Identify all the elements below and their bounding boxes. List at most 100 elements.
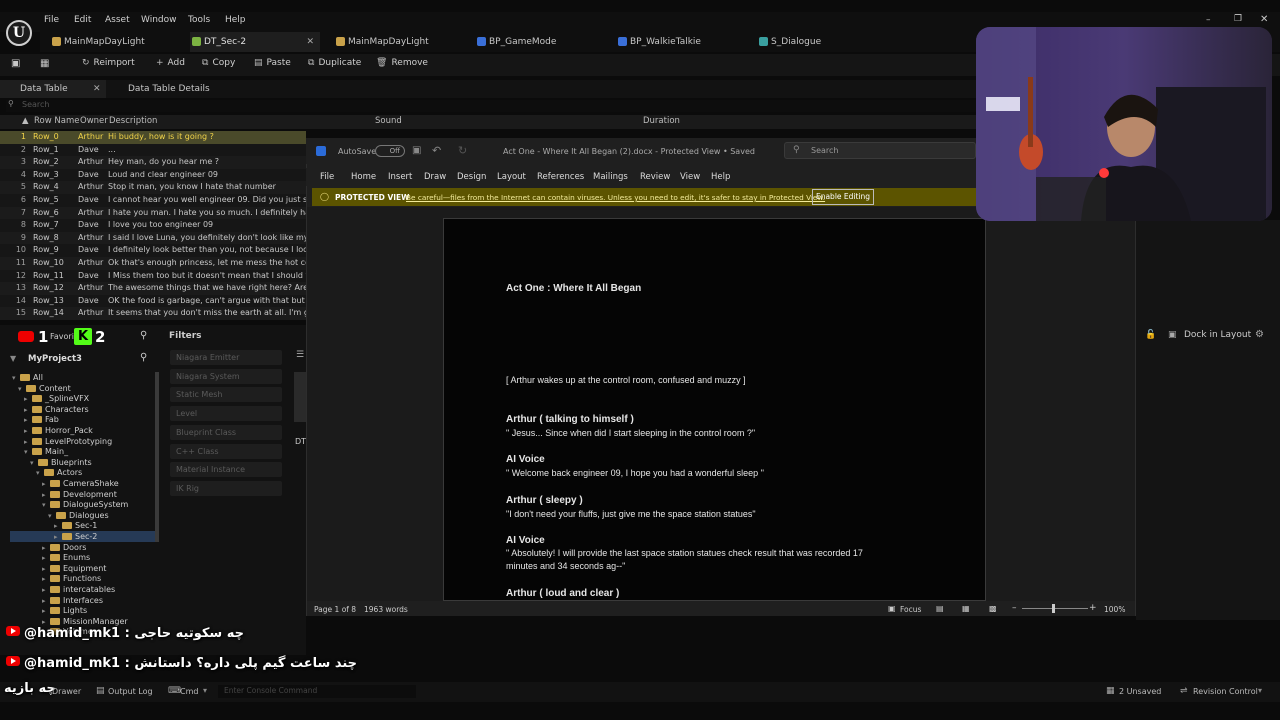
ribbon-help[interactable]: Help <box>711 172 730 182</box>
revision-control-button[interactable]: Revision Control <box>1193 687 1258 696</box>
folder-item[interactable]: ▸ Functions <box>42 574 101 583</box>
chevron-right-icon[interactable]: ▸ <box>24 395 32 403</box>
chevron-right-icon[interactable]: ▸ <box>24 416 32 424</box>
tree-scrollbar[interactable] <box>155 372 159 542</box>
folder-item[interactable]: ▸ Fab <box>24 415 59 424</box>
folder-item[interactable]: ▾ Main_ <box>24 447 68 456</box>
chevron-down-icon[interactable]: ▼ <box>10 354 16 363</box>
chevron-right-icon[interactable]: ▸ <box>24 427 32 435</box>
ribbon-view[interactable]: View <box>680 172 700 182</box>
zoom-out-icon[interactable]: – <box>1012 603 1017 613</box>
unreal-logo-icon[interactable]: U <box>6 20 32 46</box>
chevron-down-icon[interactable]: ▾ <box>203 686 207 695</box>
tab-mainmapdaylight-2[interactable]: MainMapDayLight <box>334 32 464 52</box>
tab-s-dialogue[interactable]: S_Dialogue <box>757 32 887 52</box>
menu-asset[interactable]: Asset <box>105 15 130 25</box>
folder-item[interactable]: ▸ MissionManager <box>42 617 128 626</box>
chevron-right-icon[interactable]: ▸ <box>42 586 50 594</box>
word-search-input[interactable]: ⚲ Search <box>784 142 976 159</box>
folder-item[interactable]: ▸ Enums <box>42 553 90 562</box>
table-row[interactable]: 8 Row_7 Dave I love you too engineer 09 <box>0 219 306 232</box>
tab-data-table[interactable]: Data Table ✕ <box>0 80 106 98</box>
folder-item[interactable]: ▸ Development <box>42 490 117 499</box>
chevron-down-icon[interactable]: ▾ <box>36 469 44 477</box>
table-row[interactable]: 1 Row_0 Arthur Hi buddy, how is it going ? <box>0 131 306 144</box>
folder-item[interactable]: ▸ Doors <box>42 543 86 552</box>
chevron-down-icon[interactable]: ▾ <box>42 501 50 509</box>
settings-gear-icon[interactable]: ⚙ <box>1255 329 1264 340</box>
table-row[interactable]: 4 Row_3 Dave Loud and clear engineer 09 <box>0 168 306 182</box>
col-duration[interactable]: Duration <box>643 116 680 126</box>
project-name[interactable]: MyProject3 <box>28 354 82 364</box>
zoom-slider-thumb[interactable] <box>1052 604 1055 613</box>
filter-chip[interactable]: Static Mesh <box>170 387 282 403</box>
folder-item[interactable]: ▾ Actors <box>36 468 82 477</box>
folder-item[interactable]: ▾ Dialogues <box>48 511 109 520</box>
table-row[interactable]: 9 Row_8 Arthur I said I love Luna, you defi… <box>0 231 306 245</box>
folder-item[interactable]: ▾ DialogueSystem <box>42 500 128 509</box>
table-row[interactable]: 10 Row_9 Dave I definitely look better than… <box>0 244 306 257</box>
focus-button[interactable]: Focus <box>900 605 921 614</box>
ribbon-review[interactable]: Review <box>640 172 670 182</box>
restore-icon[interactable]: ❐ <box>1234 14 1242 24</box>
tab-mainmapdaylight[interactable]: MainMapDayLight <box>50 32 180 52</box>
chevron-right-icon[interactable]: ▸ <box>42 597 50 605</box>
filter-chip[interactable]: Material Instance <box>170 462 282 478</box>
filter-chip[interactable]: C++ Class <box>170 443 282 459</box>
duplicate-button[interactable]: ⧉ Duplicate <box>308 58 361 68</box>
folder-item[interactable]: ▸ Lights <box>42 606 87 615</box>
status-word-count[interactable]: 1963 words <box>364 605 408 614</box>
col-sound[interactable]: Sound <box>375 116 402 126</box>
folder-item[interactable]: ▸ Interfaces <box>42 596 103 605</box>
table-row[interactable]: 6 Row_5 Dave I cannot hear you well enginee… <box>0 194 306 207</box>
menu-tools[interactable]: Tools <box>188 15 210 25</box>
chevron-right-icon[interactable]: ▸ <box>24 438 32 446</box>
chevron-right-icon[interactable]: ▸ <box>42 575 50 583</box>
chevron-right-icon[interactable]: ▸ <box>24 406 32 414</box>
unsaved-count-button[interactable]: 2 Unsaved <box>1119 687 1161 696</box>
console-input[interactable]: Enter Console Command <box>218 685 416 698</box>
zoom-slider[interactable] <box>1022 608 1088 609</box>
save-icon[interactable]: ▣ <box>11 58 20 69</box>
chevron-right-icon[interactable]: ▸ <box>42 480 50 488</box>
chevron-right-icon[interactable]: ▸ <box>42 544 50 552</box>
reimport-button[interactable]: ↻ Reimport <box>82 58 135 68</box>
paste-button[interactable]: ▤ Paste <box>254 58 291 68</box>
folder-item[interactable]: ▸ Sec-1 <box>54 521 97 530</box>
filter-chip[interactable]: Blueprint Class <box>170 424 282 440</box>
folder-item[interactable]: ▾ All <box>12 373 43 382</box>
save-icon[interactable]: ▣ <box>412 145 421 156</box>
table-row[interactable]: 13 Row_12 Arthur The awesome things that we… <box>0 282 306 295</box>
cmd-selector[interactable]: Cmd <box>180 687 198 696</box>
col-owner[interactable]: Owner <box>80 116 108 126</box>
chevron-right-icon[interactable]: ▸ <box>42 607 50 615</box>
ribbon-home[interactable]: Home <box>351 172 376 182</box>
folder-item[interactable]: ▸ LevelPrototyping <box>24 437 112 446</box>
col-description[interactable]: Description <box>109 116 157 126</box>
filter-chip[interactable]: IK Rig <box>170 480 282 496</box>
chevron-right-icon[interactable]: ▸ <box>42 618 50 626</box>
table-row[interactable]: 5 Row_4 Arthur Stop it man, you know I hate… <box>0 181 306 194</box>
ribbon-file[interactable]: File <box>320 172 334 182</box>
chevron-down-icon[interactable]: ▾ <box>48 512 56 520</box>
browse-icon[interactable]: ▦ <box>40 58 49 69</box>
chevron-right-icon[interactable]: ▸ <box>42 565 50 573</box>
ribbon-mailings[interactable]: Mailings <box>593 172 628 182</box>
remove-button[interactable]: 🗑 Remove <box>376 58 428 68</box>
lock-icon[interactable]: 🔓 <box>1145 330 1156 340</box>
close-tab-icon[interactable]: ✕ <box>93 80 101 98</box>
search-icon[interactable]: ⚲ <box>140 352 147 363</box>
web-layout-icon[interactable]: ▩ <box>989 604 997 613</box>
table-row[interactable]: 2 Row_1 Dave... <box>0 143 306 157</box>
menu-help[interactable]: Help <box>225 15 246 25</box>
folder-item[interactable]: ▸ Characters <box>24 405 89 414</box>
redo-icon[interactable]: ↻ <box>458 144 467 157</box>
chevron-right-icon[interactable]: ▸ <box>42 554 50 562</box>
content-drawer-button[interactable]: Drawer <box>52 687 81 696</box>
table-row[interactable]: 3 Row_2 Arthur Hey man, do you hear me ? <box>0 156 306 169</box>
undo-icon[interactable]: ↶ <box>432 144 441 157</box>
tab-bp-gamemode[interactable]: BP_GameMode <box>475 32 605 52</box>
menu-window[interactable]: Window <box>141 15 177 25</box>
status-page-count[interactable]: Page 1 of 8 <box>314 605 356 614</box>
tab-bp-walkietalkie[interactable]: BP_WalkieTalkie <box>616 32 746 52</box>
